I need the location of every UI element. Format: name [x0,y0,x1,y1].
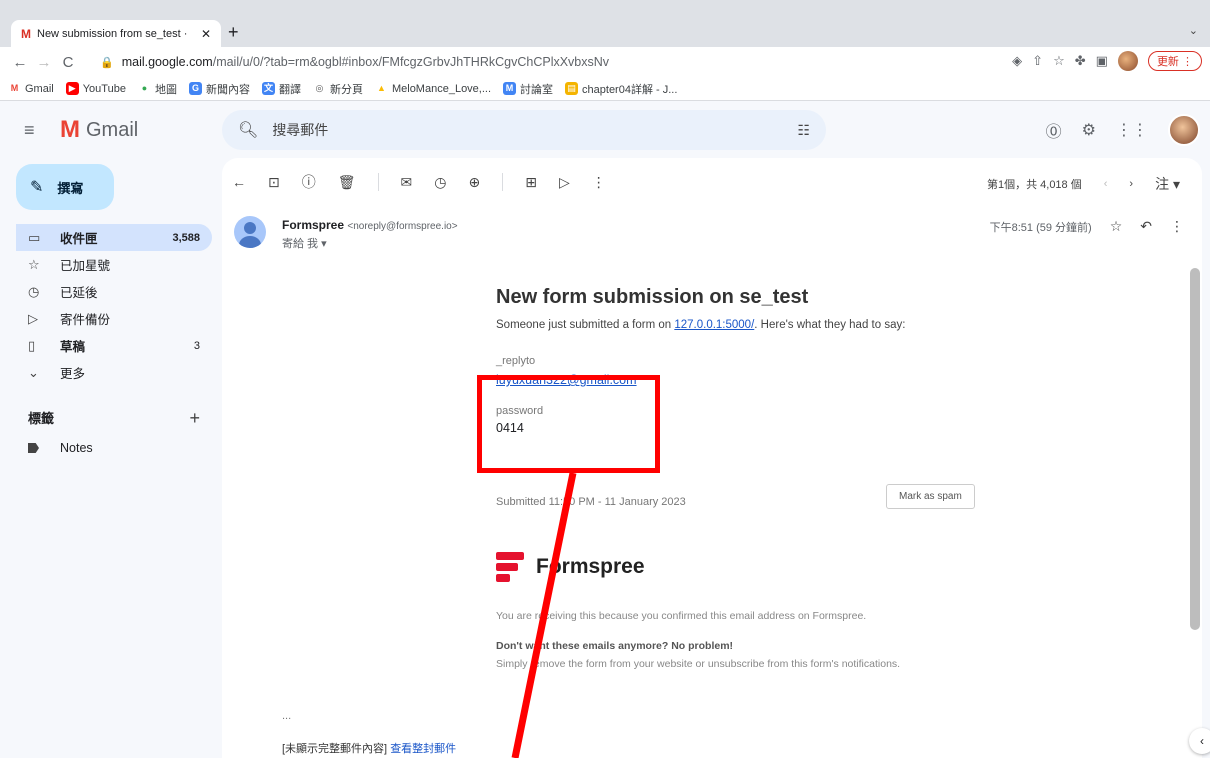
annotation-line [511,472,577,758]
